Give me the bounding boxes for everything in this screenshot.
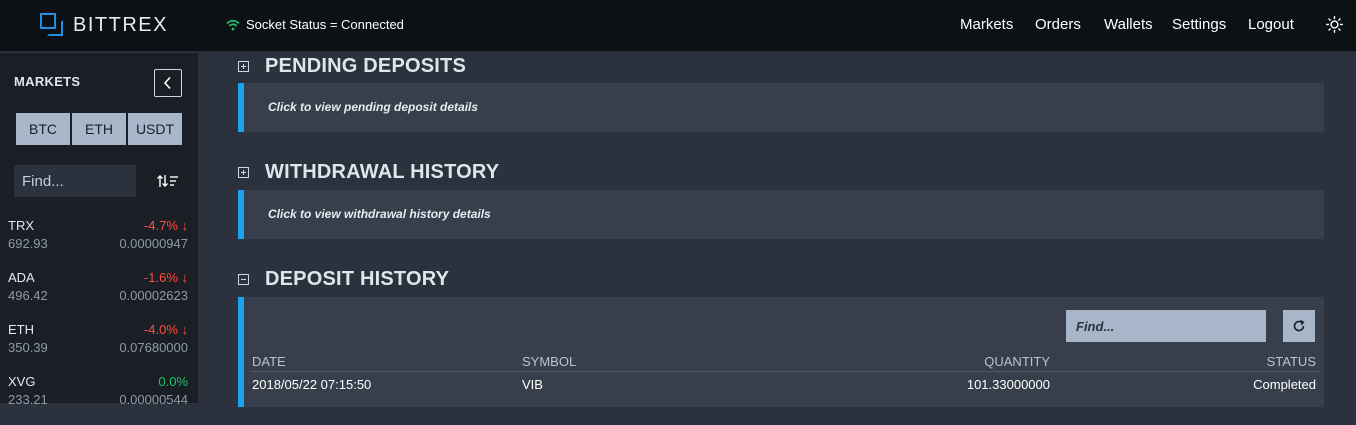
header-divider <box>250 371 1320 372</box>
market-row-trx[interactable]: TRX 692.93 -4.7% ↓ 0.00000947 <box>0 217 198 269</box>
pending-deposits-header[interactable]: PENDING DEPOSITS <box>238 55 466 78</box>
tab-usdt[interactable]: USDT <box>128 113 182 145</box>
sort-icon[interactable] <box>156 173 180 189</box>
withdrawal-history-panel: Click to view withdrawal history details <box>238 190 1324 239</box>
deposit-history-panel: DATE SYMBOL QUANTITY STATUS 2018/05/22 0… <box>238 297 1324 407</box>
section-title: PENDING DEPOSITS <box>265 55 467 77</box>
cell-symbol: VIB <box>522 377 543 392</box>
collapse-sidebar-button[interactable] <box>154 69 182 97</box>
withdrawal-history-link[interactable]: Click to view withdrawal history details <box>268 207 491 221</box>
market-volume: 350.39 <box>8 340 48 355</box>
bittrex-logo[interactable]: BITTREX <box>40 12 168 38</box>
logo-icon <box>40 13 64 37</box>
sun-icon[interactable] <box>1326 16 1343 33</box>
market-change: -4.7% ↓ <box>143 218 188 233</box>
pending-deposits-link[interactable]: Click to view pending deposit details <box>268 100 478 114</box>
expand-icon[interactable] <box>238 61 249 72</box>
market-volume: 496.42 <box>8 288 48 303</box>
markets-sidebar: MARKETS BTC ETH USDT TRX 692.93 -4.7% ↓ … <box>0 53 198 407</box>
brand-name: BITTREX <box>73 13 168 36</box>
market-volume: 692.93 <box>8 236 48 251</box>
market-price: 0.00002623 <box>119 288 188 303</box>
socket-status-text: Socket Status = Connected <box>246 17 404 32</box>
nav-logout[interactable]: Logout <box>1248 16 1294 33</box>
cell-quantity: 101.33000000 <box>966 377 1050 392</box>
market-change: 0.0% <box>158 374 188 389</box>
wifi-icon <box>226 19 240 30</box>
column-header-status[interactable]: STATUS <box>1267 354 1316 369</box>
nav-wallets[interactable]: Wallets <box>1104 16 1153 33</box>
column-header-date[interactable]: DATE <box>252 354 286 369</box>
deposit-search-input[interactable] <box>1066 310 1266 342</box>
market-volume: 233.21 <box>8 392 48 407</box>
socket-status: Socket Status = Connected <box>226 17 404 32</box>
market-change: -1.6% ↓ <box>143 270 188 285</box>
market-symbol: ETH <box>8 322 34 337</box>
market-symbol: ADA <box>8 270 35 285</box>
nav-markets[interactable]: Markets <box>960 16 1013 33</box>
market-symbol: XVG <box>8 374 36 389</box>
nav-orders[interactable]: Orders <box>1035 16 1081 33</box>
withdrawal-history-header[interactable]: WITHDRAWAL HISTORY <box>238 161 499 184</box>
collapse-icon[interactable] <box>238 274 249 285</box>
section-title: DEPOSIT HISTORY <box>265 268 450 290</box>
cell-status: Completed <box>1253 377 1316 392</box>
sidebar-title: MARKETS <box>14 74 81 89</box>
market-search-input[interactable] <box>14 165 136 197</box>
market-symbol: TRX <box>8 218 34 233</box>
section-title: WITHDRAWAL HISTORY <box>265 161 500 183</box>
expand-icon[interactable] <box>238 167 249 178</box>
nav-settings[interactable]: Settings <box>1172 16 1226 33</box>
refresh-button[interactable] <box>1283 310 1315 342</box>
market-price: 0.00000544 <box>119 392 188 407</box>
top-navbar: BITTREX Socket Status = Connected Market… <box>0 0 1356 52</box>
cell-date: 2018/05/22 07:15:50 <box>252 377 372 392</box>
market-row-ada[interactable]: ADA 496.42 -1.6% ↓ 0.00002623 <box>0 269 198 321</box>
tab-btc[interactable]: BTC <box>16 113 70 145</box>
market-price: 0.00000947 <box>119 236 188 251</box>
market-row-eth[interactable]: ETH 350.39 -4.0% ↓ 0.07680000 <box>0 321 198 373</box>
market-list: TRX 692.93 -4.7% ↓ 0.00000947 ADA 496.42… <box>0 217 198 425</box>
wallet-history-main: PENDING DEPOSITS Click to view pending d… <box>198 53 1356 407</box>
market-row-xvg[interactable]: XVG 233.21 0.0% 0.00000544 <box>0 373 198 425</box>
market-change: -4.0% ↓ <box>143 322 188 337</box>
pending-deposits-panel: Click to view pending deposit details <box>238 83 1324 132</box>
column-header-symbol[interactable]: SYMBOL <box>522 354 576 369</box>
market-price: 0.07680000 <box>119 340 188 355</box>
base-currency-tabs: BTC ETH USDT <box>16 113 182 145</box>
tab-eth[interactable]: ETH <box>72 113 126 145</box>
refresh-icon <box>1293 319 1305 332</box>
deposit-history-header[interactable]: DEPOSIT HISTORY <box>238 268 449 291</box>
chevron-left-icon <box>163 76 171 90</box>
column-header-quantity[interactable]: QUANTITY <box>984 354 1050 369</box>
